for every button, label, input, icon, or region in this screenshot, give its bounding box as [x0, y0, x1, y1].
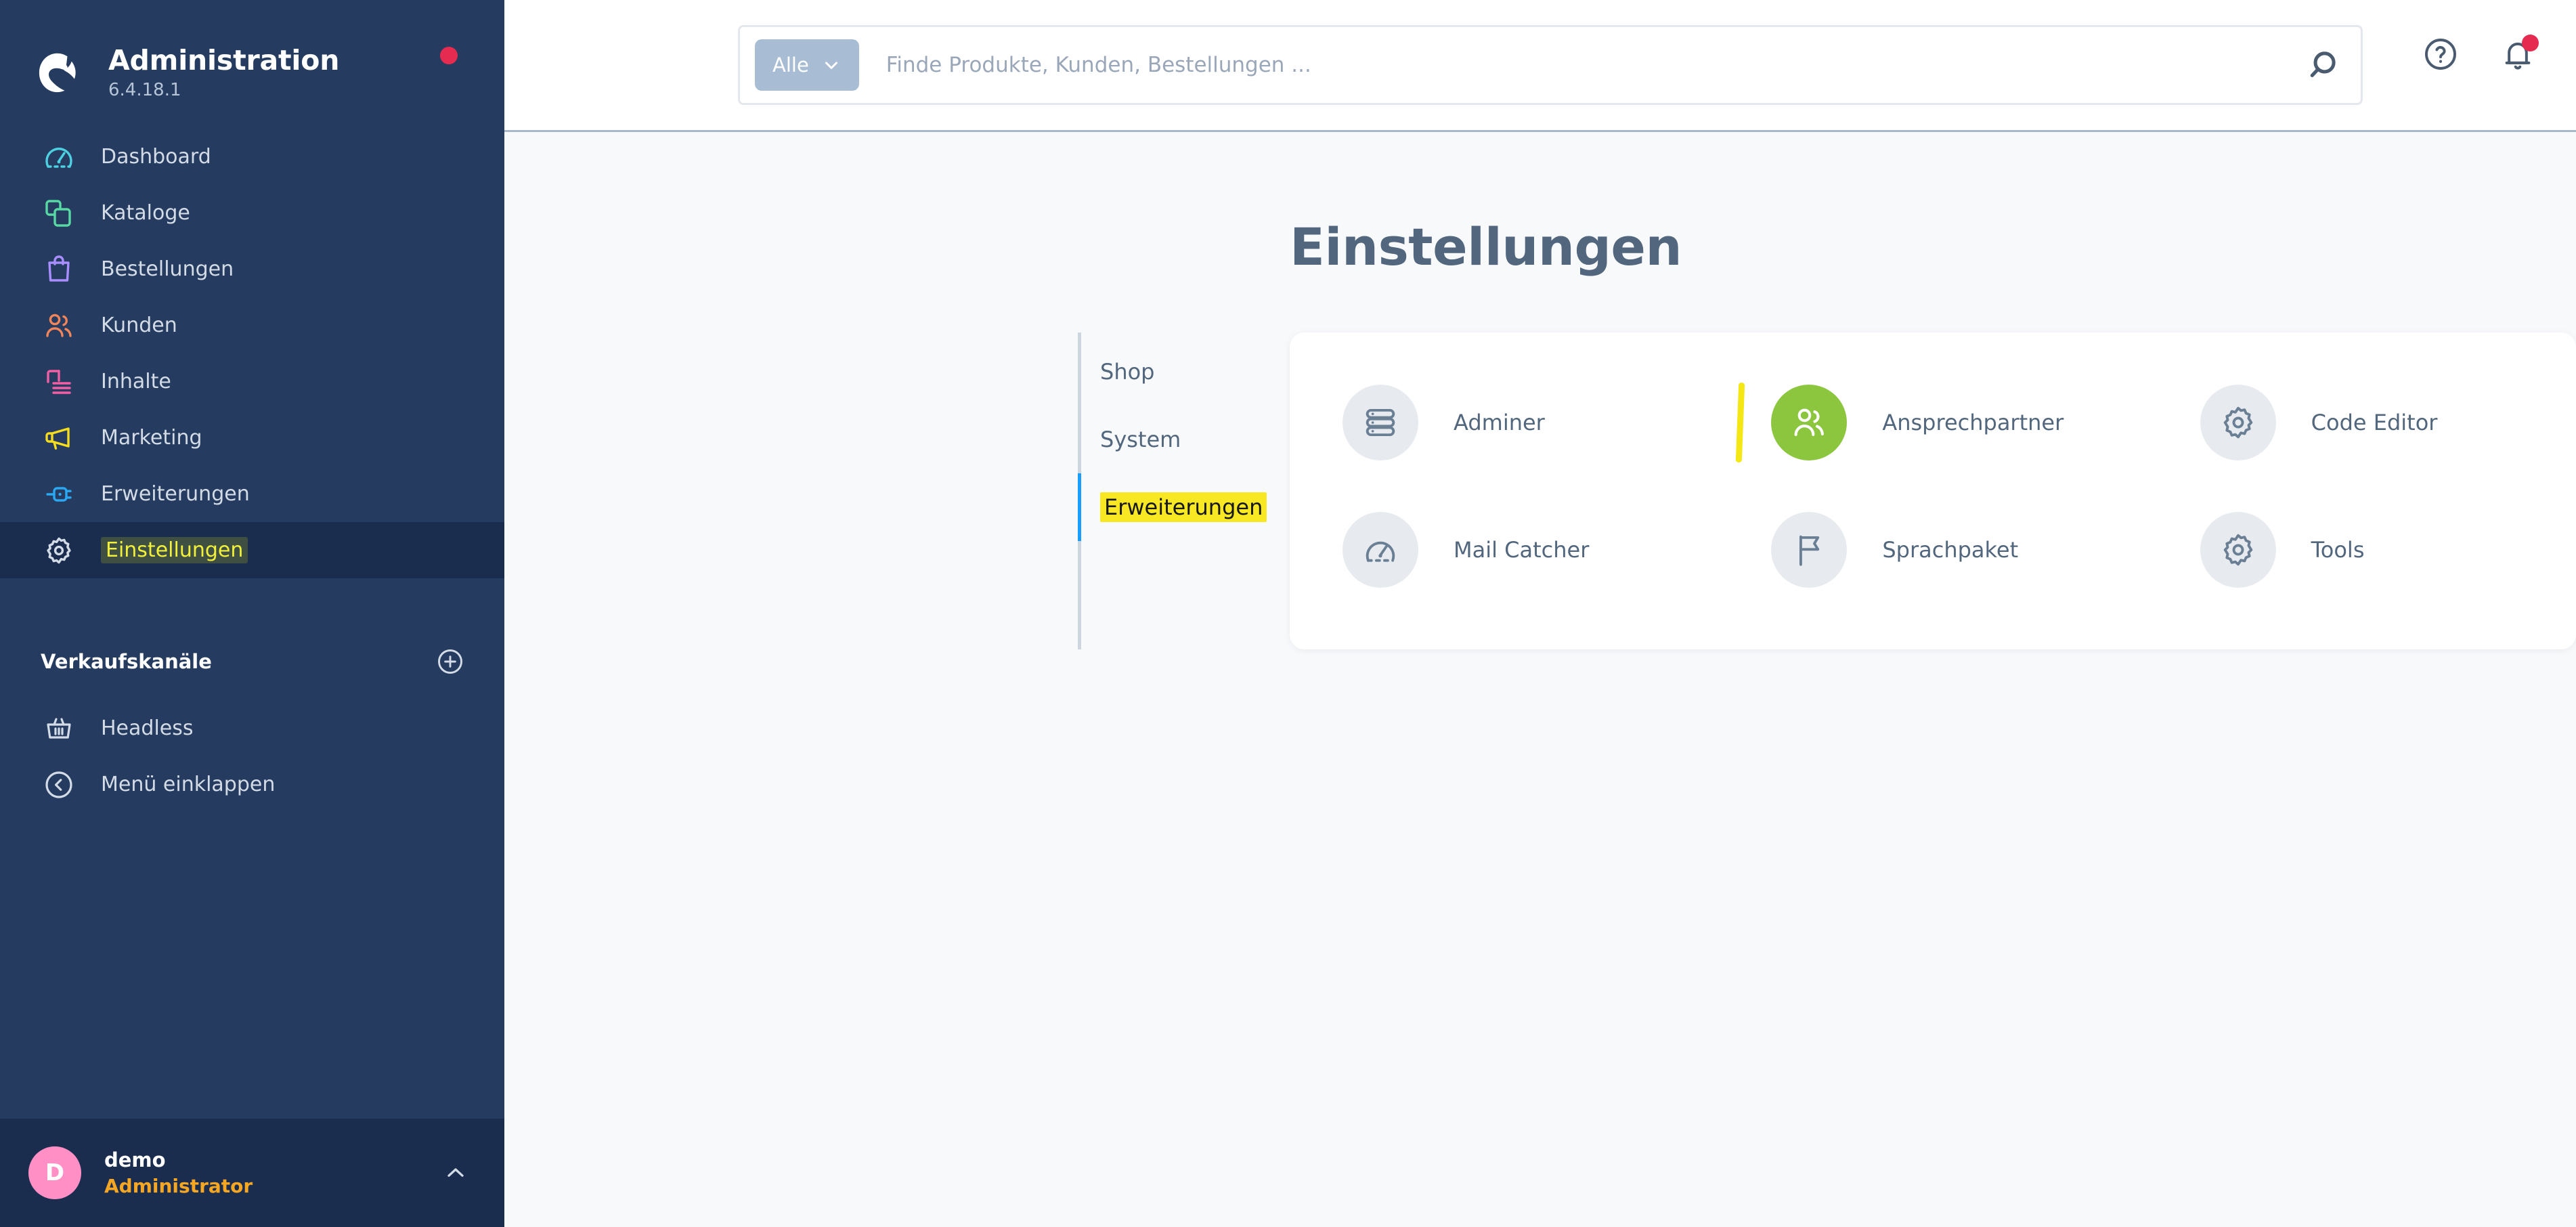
layers-icon: [41, 195, 77, 232]
chevron-left-circle-icon: [41, 767, 77, 803]
chevron-down-icon: [821, 55, 842, 75]
topbar: Alle: [504, 0, 2576, 132]
sidebar-item-label: Kunden: [101, 314, 177, 337]
user-role: Administrator: [104, 1175, 253, 1198]
search-scope-selector[interactable]: Alle: [755, 39, 859, 91]
settings-card-label: Tools: [2311, 537, 2365, 563]
settings-card-sprachpaket[interactable]: Sprachpaket: [1718, 499, 2147, 601]
sidebar-item-label: Dashboard: [101, 145, 211, 169]
settings-tablist: Shop System Erweiterungen: [1078, 332, 1267, 649]
users-icon: [1771, 385, 1848, 460]
tab-label: Erweiterungen: [1100, 492, 1267, 522]
question-circle-icon[interactable]: [2422, 35, 2460, 73]
gear-icon: [41, 532, 77, 569]
topbar-actions: [2422, 35, 2539, 73]
tab-system[interactable]: System: [1081, 406, 1264, 473]
user-name: demo: [104, 1148, 166, 1171]
flag-icon: [1771, 512, 1848, 588]
basket-icon: [41, 710, 77, 747]
plug-icon: [41, 476, 77, 513]
gauge-icon: [41, 139, 77, 175]
app-root: Administration 6.4.18.1 Dashboard Katalo…: [0, 0, 2576, 1227]
sales-channels-title: Verkaufskanäle: [41, 650, 212, 673]
tab-label: System: [1100, 427, 1181, 452]
brand-title: Administration: [108, 44, 340, 77]
settings-cards-panel: Adminer Ansprechpartner Code Editor Mail…: [1290, 332, 2576, 649]
megaphone-icon: [41, 420, 77, 456]
gear-icon: [2200, 385, 2276, 460]
sidebar-item-label: Kataloge: [101, 201, 190, 225]
settings-card-ansprechpartner[interactable]: Ansprechpartner: [1718, 372, 2147, 473]
sidebar-item-headless[interactable]: Headless: [0, 700, 504, 756]
database-icon: [1342, 385, 1418, 460]
bag-icon: [41, 251, 77, 288]
sidebar-item-kunden[interactable]: Kunden: [0, 297, 504, 353]
cursor-highlight-mark: [1736, 382, 1745, 463]
search-scope-label: Alle: [772, 53, 809, 77]
brand-version: 6.4.18.1: [108, 80, 181, 101]
settings-card-mail-catcher[interactable]: Mail Catcher: [1290, 499, 1718, 601]
notification-badge: [2522, 35, 2539, 51]
users-icon: [41, 307, 77, 344]
search-icon[interactable]: [2307, 45, 2346, 85]
sidebar-brand[interactable]: Administration 6.4.18.1: [0, 0, 504, 115]
tab-label: Shop: [1100, 359, 1155, 385]
settings-card-label: Ansprechpartner: [1882, 410, 2064, 435]
chevron-up-icon[interactable]: [442, 1159, 469, 1186]
sidebar-item-marketing[interactable]: Marketing: [0, 410, 504, 466]
search-input[interactable]: [886, 53, 2307, 77]
sidebar-item-label: Inhalte: [101, 370, 171, 393]
sidebar-item-collapse-menu[interactable]: Menü einklappen: [0, 756, 504, 813]
sales-channels-section: Verkaufskanäle: [0, 638, 504, 685]
shopware-logo-icon: [34, 49, 83, 98]
content-area: Einstellungen Shop System Erweiterungen: [504, 132, 2576, 1227]
page-title: Einstellungen: [1290, 217, 1682, 277]
sidebar-item-inhalte[interactable]: Inhalte: [0, 353, 504, 410]
sidebar-item-label: Bestellungen: [101, 257, 234, 281]
sidebar-item-einstellungen[interactable]: Einstellungen: [0, 522, 504, 578]
tab-erweiterungen[interactable]: Erweiterungen: [1078, 473, 1267, 541]
sidebar-item-bestellungen[interactable]: Bestellungen: [0, 241, 504, 297]
sidebar-item-label: Headless: [101, 716, 194, 740]
settings-card-code-editor[interactable]: Code Editor: [2147, 372, 2576, 473]
sidebar-nav: Dashboard Kataloge Bestellungen Kunden I…: [0, 115, 504, 578]
sidebar-item-dashboard[interactable]: Dashboard: [0, 129, 504, 185]
settings-body: Shop System Erweiterungen Adminer Anspre…: [504, 332, 2576, 649]
sidebar-item-kataloge[interactable]: Kataloge: [0, 185, 504, 241]
sidebar-item-label: Einstellungen: [101, 537, 248, 563]
settings-card-label: Adminer: [1454, 410, 1545, 435]
sidebar-item-label: Menü einklappen: [101, 773, 276, 796]
content-icon: [41, 364, 77, 400]
brand-text: Administration 6.4.18.1: [108, 45, 339, 100]
plus-circle-icon[interactable]: [435, 647, 465, 676]
sidebar: Administration 6.4.18.1 Dashboard Katalo…: [0, 0, 504, 1227]
status-dot-icon: [440, 47, 458, 64]
sidebar-item-label: Marketing: [101, 426, 202, 450]
gauge-icon: [1342, 512, 1418, 588]
settings-card-label: Sprachpaket: [1882, 537, 2019, 563]
bell-icon[interactable]: [2499, 35, 2539, 73]
main-area: Alle Finde Produkte, Kunden, Bestellunge…: [504, 0, 2576, 1227]
settings-cards-grid: Adminer Ansprechpartner Code Editor Mail…: [1290, 372, 2576, 601]
sidebar-item-label: Erweiterungen: [101, 482, 250, 506]
settings-card-label: Mail Catcher: [1454, 537, 1590, 563]
settings-card-tools[interactable]: Tools: [2147, 499, 2576, 601]
sales-channels-list: Headless Menü einklappen: [0, 700, 504, 813]
global-search: Alle: [738, 25, 2363, 105]
sidebar-item-erweiterungen[interactable]: Erweiterungen: [0, 466, 504, 522]
avatar: D: [28, 1146, 81, 1199]
gear-icon: [2200, 512, 2276, 588]
tab-shop[interactable]: Shop: [1081, 338, 1264, 406]
settings-card-label: Code Editor: [2311, 410, 2438, 435]
user-info: demo Administrator: [104, 1148, 442, 1198]
user-menu[interactable]: D demo Administrator: [0, 1119, 504, 1227]
settings-card-adminer[interactable]: Adminer: [1290, 372, 1718, 473]
